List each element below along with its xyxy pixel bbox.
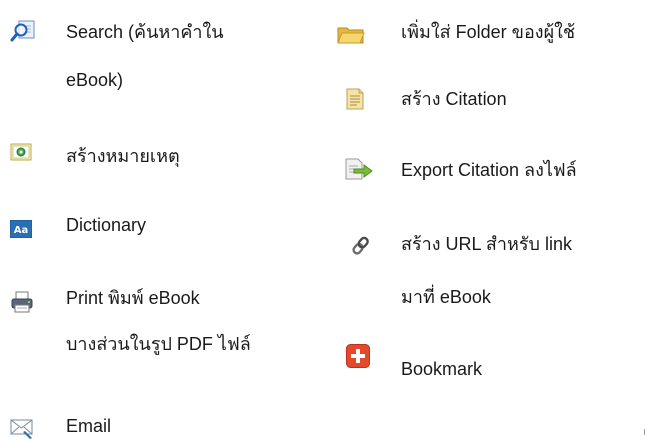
link-icon [352,236,369,255]
email-label: Email [66,416,112,436]
bookmark-icon [346,344,370,368]
svg-text:Aa: Aa [14,225,29,236]
print-label-line1: Print พิมพ์ eBook [66,288,200,308]
add-folder-item[interactable]: เพิ่มใส่ Folder ของผู้ใช้ [330,0,647,50]
create-note-icon [10,143,32,161]
create-citation-label: สร้าง Citation [401,89,507,109]
add-folder-label: เพิ่มใส่ Folder ของผู้ใช้ [401,22,576,42]
corner-mark [644,429,645,435]
dictionary-item[interactable]: Aa Dictionary [0,208,320,248]
print-icon [11,291,33,313]
search-ebook-label-line1: Search (ค้นหาคำใน [66,22,224,42]
search-ebook-icon [10,20,35,42]
bookmark-item[interactable]: Bookmark [330,340,647,390]
create-note-item[interactable]: สร้างหมายเหตุ [0,135,320,175]
dictionary-icon: Aa [10,220,32,238]
email-icon [10,419,33,439]
create-note-label: สร้างหมายเหตุ [66,146,180,166]
create-citation-item[interactable]: สร้าง Citation [330,80,647,120]
email-item[interactable]: Email [0,400,320,439]
search-ebook-label-line2: eBook) [66,70,124,90]
create-url-label-line1: สร้าง URL สำหรับ link [401,234,572,254]
export-citation-item[interactable]: Export Citation ลงไฟล์ [330,150,647,190]
bookmark-label: Bookmark [401,359,483,379]
export-citation-label: Export Citation ลงไฟล์ [401,160,577,180]
folder-icon [337,27,365,44]
search-ebook-item[interactable]: Search (ค้นหาคำใน eBook) [0,0,320,100]
print-label-line2: บางส่วนในรูป PDF ไฟล์ [66,334,251,354]
create-url-label-line2: มาที่ eBook [401,287,491,307]
export-citation-icon [345,158,373,180]
citation-icon [346,88,364,110]
print-item[interactable]: Print พิมพ์ eBook บางส่วนในรูป PDF ไฟล์ [0,276,320,376]
create-url-item[interactable]: สร้าง URL สำหรับ link มาที่ eBook [330,225,647,325]
dictionary-label: Dictionary [66,215,147,235]
